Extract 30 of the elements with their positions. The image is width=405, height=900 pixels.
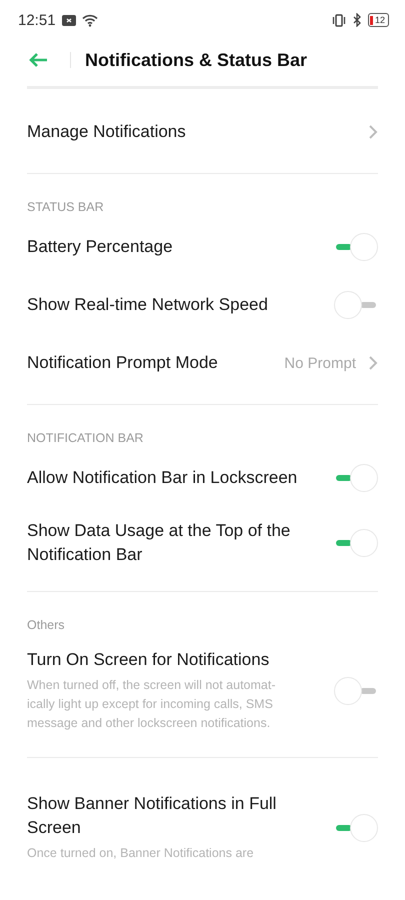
setting-label: Notification Prompt Mode bbox=[27, 352, 219, 374]
setting-label: Manage Notifications bbox=[27, 121, 187, 143]
wifi-icon bbox=[82, 14, 98, 26]
section-heading: Others bbox=[26, 617, 66, 634]
setting-description: When turned off, the screen will not automat-ically light up except for incoming calls, SMS message and other lockscreen notifications. bbox=[27, 677, 277, 732]
toggle-switch[interactable] bbox=[334, 814, 378, 842]
bluetooth-icon bbox=[352, 13, 362, 27]
page-title: Notifications & Status Bar bbox=[85, 50, 308, 70]
toggle-switch[interactable] bbox=[334, 529, 378, 557]
setting-label: Show Banner Notifications in Full Screen bbox=[27, 793, 278, 839]
setting-label: Show Data Usage at the Top of the Notification Bar bbox=[27, 520, 292, 566]
toggle-switch[interactable] bbox=[334, 291, 378, 319]
clock-time: 12:51 bbox=[18, 12, 56, 28]
notification-icon bbox=[62, 14, 76, 26]
setting-label: Allow Notification Bar in Lockscreen bbox=[27, 467, 298, 489]
vibrate-icon bbox=[330, 14, 347, 26]
chevron-right-icon[interactable] bbox=[368, 355, 378, 371]
setting-description: Once turned on, Banner Notifications are bbox=[27, 845, 255, 862]
section-heading: STATUS BAR bbox=[26, 199, 105, 216]
setting-label: Turn On Screen for Notifications bbox=[27, 649, 270, 671]
toggle-switch[interactable] bbox=[334, 233, 378, 261]
toggle-switch[interactable] bbox=[334, 464, 378, 492]
setting-value: No Prompt bbox=[284, 354, 356, 372]
setting-label: Battery Percentage bbox=[27, 236, 174, 258]
section-heading: NOTIFICATION BAR bbox=[26, 430, 144, 447]
toggle-switch[interactable] bbox=[334, 676, 378, 704]
battery-indicator: 12 bbox=[368, 13, 389, 27]
setting-label: Show Real-time Network Speed bbox=[27, 294, 269, 316]
back-arrow-icon[interactable] bbox=[28, 52, 48, 68]
chevron-right-icon[interactable] bbox=[368, 124, 378, 140]
